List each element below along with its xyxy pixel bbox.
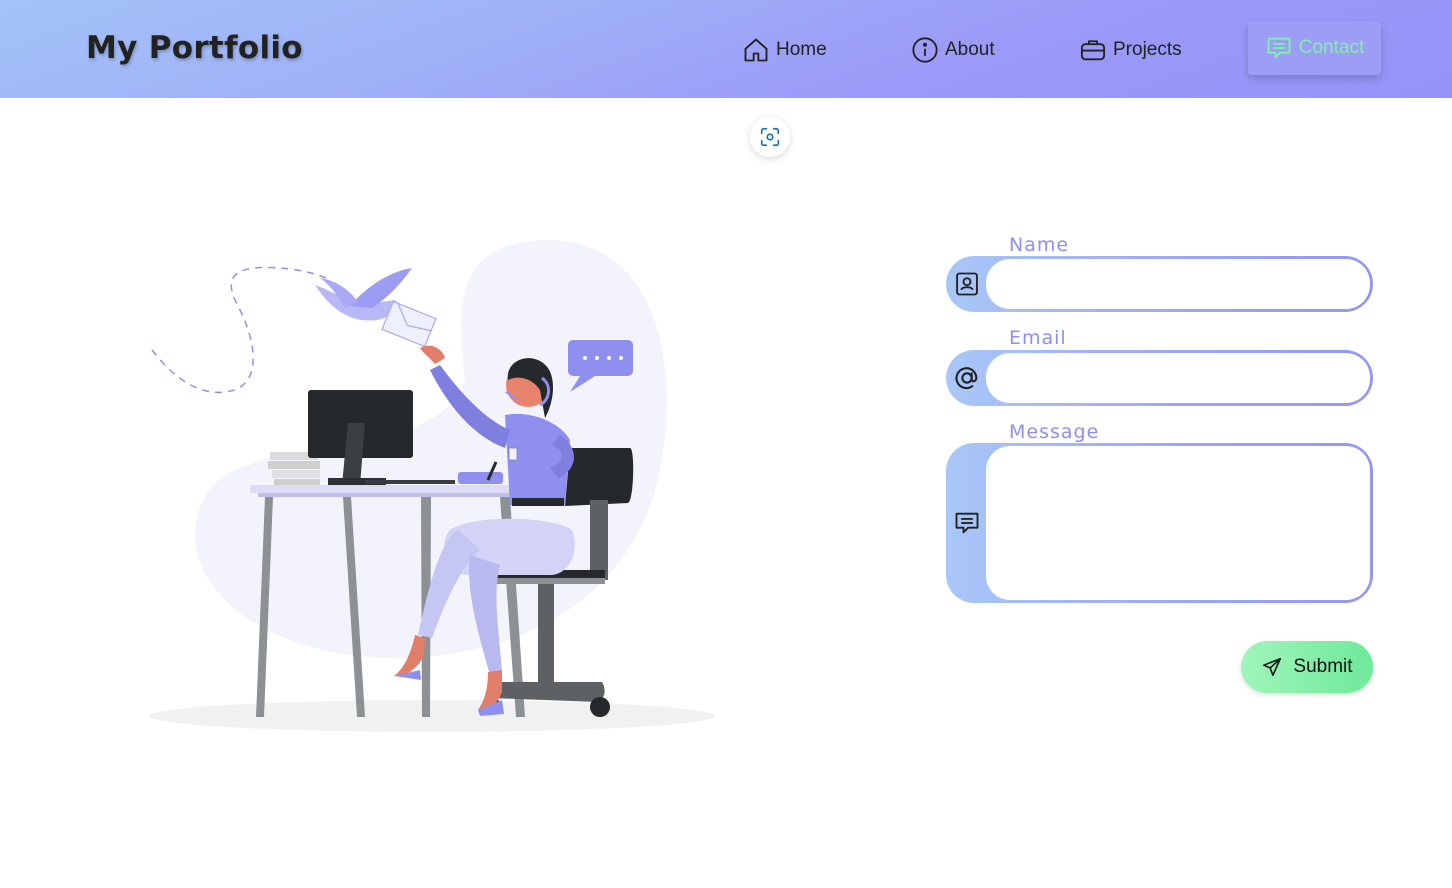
contact-card-icon — [956, 272, 978, 296]
submit-button[interactable]: Submit — [1241, 641, 1373, 693]
focus-scan-icon — [760, 127, 780, 147]
nav-about[interactable]: About — [911, 34, 995, 66]
nav-projects-label: Projects — [1113, 39, 1182, 60]
briefcase-icon — [1080, 40, 1106, 61]
nav-about-label: About — [945, 39, 995, 60]
message-label: Message — [1009, 421, 1100, 443]
nav-contact-label: Contact — [1298, 37, 1365, 58]
nav-contact[interactable]: Contact — [1248, 21, 1381, 75]
name-label: Name — [1009, 234, 1070, 256]
message-icon — [1267, 37, 1291, 59]
home-icon — [744, 38, 768, 62]
at-sign-icon — [955, 367, 978, 390]
email-label: Email — [1009, 327, 1067, 349]
contact-illustration — [149, 240, 715, 732]
name-input[interactable] — [986, 259, 1370, 309]
message-field-wrapper — [946, 443, 1373, 603]
message-input[interactable] — [986, 446, 1370, 600]
nav-home-label: Home — [776, 39, 827, 60]
email-field-wrapper — [946, 350, 1373, 406]
info-icon — [912, 37, 938, 63]
top-navbar: My Portfolio Home About Projects Contact — [0, 0, 1452, 98]
scan-button[interactable] — [750, 117, 790, 157]
brand-title[interactable]: My Portfolio — [86, 30, 303, 66]
email-input[interactable] — [986, 353, 1370, 403]
name-field-wrapper — [946, 256, 1373, 312]
send-icon — [1263, 657, 1282, 677]
nav-home[interactable]: Home — [742, 34, 827, 66]
message-icon — [955, 512, 979, 534]
submit-label: Submit — [1293, 656, 1353, 677]
nav-projects[interactable]: Projects — [1079, 34, 1182, 66]
